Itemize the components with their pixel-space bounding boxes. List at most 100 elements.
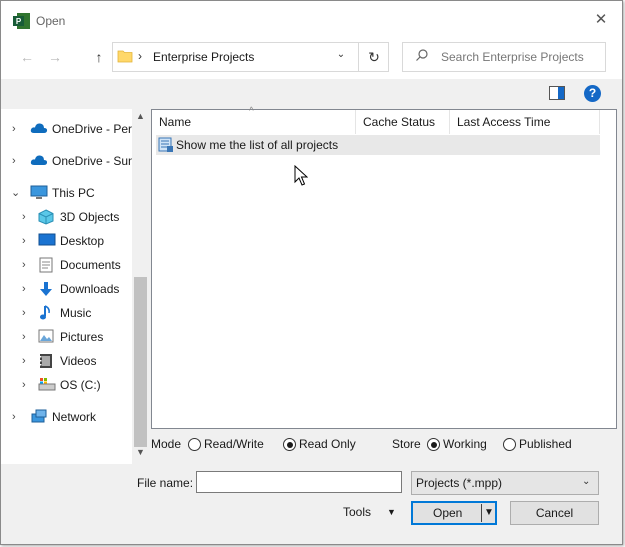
column-header-name[interactable]: Name — [152, 110, 356, 134]
onedrive-icon — [30, 155, 48, 165]
view-toolbar — [1, 79, 622, 107]
radio-working[interactable] — [427, 438, 440, 451]
radio-published[interactable] — [503, 438, 516, 451]
search-icon — [416, 49, 428, 61]
forward-button[interactable]: → — [46, 48, 64, 66]
radio-published-label[interactable]: Published — [519, 437, 572, 451]
chevron-right-icon[interactable]: › — [12, 150, 16, 172]
radio-read-only[interactable] — [283, 438, 296, 451]
sidebar-item-onedrive-personal[interactable]: › OneDrive - Pers — [1, 118, 138, 140]
open-dropdown-icon[interactable]: ▼ — [481, 504, 496, 522]
sidebar-item-onedrive-sun[interactable]: › OneDrive - Sun — [1, 150, 135, 172]
sidebar-item-videos[interactable]: › Videos — [1, 350, 132, 372]
chevron-right-icon[interactable]: › — [22, 206, 26, 228]
drive-icon — [38, 378, 56, 391]
tools-dropdown-icon[interactable]: ▼ — [387, 507, 396, 517]
mouse-cursor-icon — [294, 165, 308, 186]
sidebar-item-3d-objects[interactable]: › 3D Objects — [1, 206, 132, 228]
preview-pane-icon[interactable] — [549, 86, 565, 100]
mode-store-bar: Mode Read/Write Read Only Store Working … — [151, 435, 621, 455]
sidebar-item-documents[interactable]: › Documents — [1, 254, 132, 276]
sidebar-item-this-pc[interactable]: ⌄ This PC — [1, 182, 132, 204]
tools-button[interactable]: Tools — [343, 505, 371, 519]
sidebar-item-label: OS (C:) — [60, 378, 101, 392]
search-input[interactable] — [441, 48, 601, 66]
radio-read-only-label[interactable]: Read Only — [299, 437, 356, 451]
search-box[interactable] — [402, 42, 606, 72]
radio-read-write[interactable] — [188, 438, 201, 451]
desktop-icon — [38, 233, 56, 246]
close-icon: ✕ — [594, 11, 608, 28]
music-icon — [40, 305, 50, 320]
folder-icon — [117, 50, 133, 63]
chevron-down-icon: ⌄ — [582, 476, 591, 487]
chevron-down-icon[interactable]: ⌄ — [11, 182, 20, 204]
sidebar-item-label: This PC — [52, 186, 95, 200]
svg-text:P: P — [16, 17, 22, 26]
refresh-button[interactable]: ↻ — [358, 43, 389, 71]
ms-project-icon: P — [13, 13, 30, 29]
sidebar-item-label: Downloads — [60, 282, 120, 296]
project-list-icon — [158, 137, 173, 152]
radio-working-label[interactable]: Working — [443, 437, 487, 451]
chevron-down-icon[interactable]: ⌄ — [333, 49, 349, 60]
chevron-right-icon[interactable]: › — [22, 254, 26, 276]
navigation-scrollbar[interactable]: ▲ ▼ — [132, 109, 149, 464]
list-item-name: Show me the list of all projects — [176, 138, 339, 152]
close-button[interactable]: ✕ — [591, 10, 611, 30]
downloads-icon — [40, 282, 52, 296]
chevron-right-icon[interactable]: › — [22, 350, 26, 372]
chevron-right-icon[interactable]: › — [22, 374, 26, 396]
radio-read-write-label[interactable]: Read/Write — [204, 437, 264, 451]
window-title: Open — [36, 14, 66, 28]
sidebar-item-desktop[interactable]: › Desktop — [1, 230, 132, 252]
arrow-up-icon: ↑ — [95, 49, 103, 65]
chevron-right-icon[interactable]: › — [22, 278, 26, 300]
mode-label: Mode — [151, 437, 182, 451]
sidebar-item-label: OneDrive - Pers — [52, 122, 139, 136]
chevron-right-icon[interactable]: › — [22, 326, 26, 348]
file-name-label: File name: — [137, 476, 194, 490]
scroll-up-icon[interactable]: ▲ — [132, 111, 149, 121]
list-item[interactable]: Show me the list of all projects — [156, 135, 600, 155]
chevron-right-icon[interactable]: › — [22, 230, 26, 252]
help-button[interactable]: ? — [584, 85, 601, 102]
breadcrumb-separator: › — [138, 49, 142, 63]
up-button[interactable]: ↑ — [90, 48, 108, 66]
file-type-select[interactable]: Projects (*.mpp) ⌄ — [411, 471, 599, 495]
sidebar-item-label: Videos — [60, 354, 97, 368]
refresh-icon: ↻ — [368, 49, 380, 65]
column-header-last-access-time[interactable]: Last Access Time — [450, 110, 600, 134]
cancel-button[interactable]: Cancel — [510, 501, 599, 525]
sidebar-item-label: Pictures — [60, 330, 104, 344]
chevron-right-icon[interactable]: › — [12, 118, 16, 140]
help-icon: ? — [588, 86, 597, 100]
sidebar-item-pictures[interactable]: › Pictures — [1, 326, 132, 348]
sidebar-item-music[interactable]: › Music — [1, 302, 132, 324]
sidebar-item-os-c[interactable]: › OS (C:) — [1, 374, 132, 396]
sidebar-item-downloads[interactable]: › Downloads — [1, 278, 132, 300]
file-type-value: Projects (*.mpp) — [416, 476, 503, 490]
videos-icon — [40, 354, 52, 368]
sidebar-item-label: Documents — [60, 258, 121, 272]
back-button[interactable]: ← — [18, 48, 36, 66]
file-name-input[interactable] — [196, 471, 402, 493]
sidebar-item-label: 3D Objects — [60, 210, 120, 224]
column-header-cache-status[interactable]: Cache Status — [356, 110, 450, 134]
breadcrumb-enterprise-projects[interactable]: Enterprise Projects — [153, 50, 254, 64]
chevron-right-icon[interactable]: › — [22, 302, 26, 324]
sidebar-item-label: Desktop — [60, 234, 105, 248]
address-bar[interactable]: › Enterprise Projects ⌄ ↻ — [112, 42, 389, 72]
open-button[interactable]: Open ▼ — [411, 501, 497, 525]
scroll-down-icon[interactable]: ▼ — [132, 447, 149, 457]
sidebar-item-label: Music — [60, 306, 92, 320]
store-label: Store — [392, 437, 421, 451]
network-icon — [31, 409, 47, 423]
scrollbar-thumb[interactable] — [134, 277, 147, 447]
arrow-left-icon: ← — [20, 49, 34, 65]
computer-icon — [30, 185, 48, 199]
chevron-right-icon[interactable]: › — [12, 406, 16, 428]
sidebar-item-network[interactable]: › Network — [1, 406, 132, 428]
title-bar: P Open ✕ — [1, 1, 622, 41]
sidebar-item-label: OneDrive - Sun — [52, 154, 135, 168]
